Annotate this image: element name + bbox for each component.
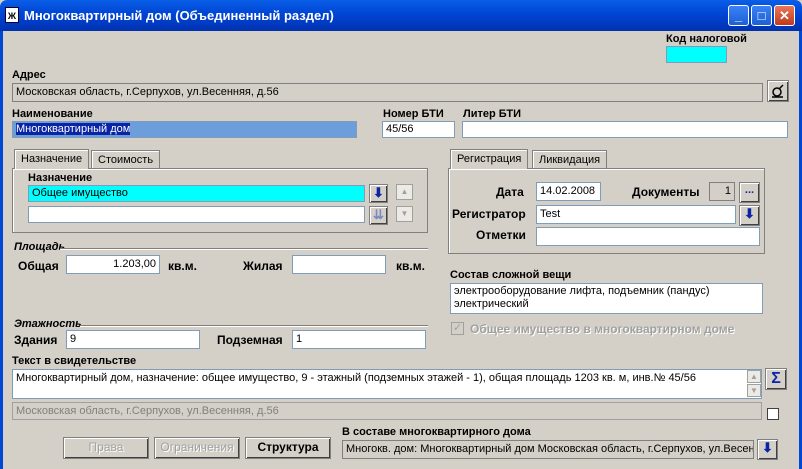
- sum-icon: Σ: [771, 370, 781, 387]
- address-label: Адрес: [12, 69, 46, 81]
- maximize-button[interactable]: □: [751, 5, 772, 26]
- area-divider: [60, 248, 428, 250]
- tax-code-label: Код налоговой: [666, 33, 747, 45]
- arrow-down-icon: ⬇: [762, 440, 773, 455]
- certificate-address-field: Московская область, г.Серпухов, ул.Весен…: [12, 402, 762, 420]
- floors-section-label: Этажность: [14, 318, 82, 330]
- certificate-text-field[interactable]: Многоквартирный дом, назначение: общее и…: [12, 369, 762, 399]
- app-icon: Ж: [5, 7, 19, 23]
- reg-notes-field[interactable]: [536, 227, 760, 246]
- name-value: Многоквартирный дом: [16, 123, 131, 135]
- tax-code-field[interactable]: [666, 46, 727, 63]
- window-title: Многоквартирный дом (Объединенный раздел…: [24, 8, 334, 23]
- minimize-button[interactable]: _: [728, 5, 749, 26]
- complex-item-field[interactable]: электрооборудование лифта, подъемник (па…: [450, 283, 763, 314]
- restrictions-button[interactable]: Ограничения: [154, 437, 240, 459]
- name-field[interactable]: Многоквартирный дом: [12, 121, 357, 138]
- area-section-label: Площадь: [14, 241, 66, 253]
- apartment-building-select-button[interactable]: ⬇: [757, 439, 778, 460]
- purpose-field-2[interactable]: [28, 206, 365, 223]
- certificate-scroll-down[interactable]: ▼: [747, 384, 761, 397]
- reg-registrar-select-button[interactable]: ⬇: [739, 205, 760, 226]
- tab-liquidation[interactable]: Ликвидация: [532, 150, 608, 168]
- arrow-down-double-icon: ⇊: [373, 207, 384, 222]
- bti-number-field[interactable]: 45/56: [382, 121, 455, 138]
- floors-building-label: Здания: [14, 333, 58, 347]
- area-total-field[interactable]: 1.203,00: [66, 255, 160, 274]
- tab-purpose[interactable]: Назначение: [14, 149, 90, 169]
- common-property-label: Общее имущество в многоквартирном доме: [470, 322, 735, 336]
- arrow-down-icon: ⬇: [744, 206, 755, 221]
- purpose-scroll-down[interactable]: ▼: [396, 206, 413, 222]
- reg-documents-button[interactable]: ...: [739, 182, 760, 203]
- reg-notes-label: Отметки: [476, 228, 526, 242]
- area-living-label: Жилая: [243, 259, 283, 273]
- arrow-down-icon: ⬇: [373, 185, 384, 200]
- apartment-building-field: Многокв. дом: Многоквартирный дом Москов…: [342, 440, 754, 459]
- reg-date-label: Дата: [496, 185, 524, 199]
- purpose-label: Назначение: [28, 172, 93, 184]
- area-living-unit: кв.м.: [396, 259, 425, 273]
- close-button[interactable]: ✕: [774, 5, 795, 26]
- floors-divider: [80, 325, 428, 327]
- address-field[interactable]: Московская область, г.Серпухов, ул.Весен…: [12, 83, 763, 102]
- complex-item-line-1: электрооборудование лифта, подъемник (па…: [454, 285, 710, 297]
- bti-number-label: Номер БТИ: [383, 108, 444, 120]
- bti-liter-field[interactable]: [462, 121, 788, 138]
- purpose-clear-button[interactable]: ⇊: [369, 206, 388, 225]
- rights-button[interactable]: Права: [63, 437, 149, 459]
- area-total-unit: кв.м.: [168, 259, 197, 273]
- edit-address-button[interactable]: [767, 80, 789, 102]
- certificate-address-checkbox[interactable]: [767, 408, 779, 420]
- reg-date-field[interactable]: 14.02.2008: [536, 182, 601, 201]
- name-label: Наименование: [12, 108, 93, 120]
- apartment-building-label: В составе многоквартирного дома: [342, 426, 531, 438]
- common-property-checkbox[interactable]: ✓: [451, 322, 464, 335]
- complex-item-line-2: электрический: [454, 298, 529, 310]
- window-frame-left: [0, 31, 3, 469]
- reg-registrar-field[interactable]: Test: [536, 205, 736, 224]
- floors-underground-field[interactable]: 1: [292, 330, 426, 349]
- purpose-scroll-up[interactable]: ▲: [396, 184, 413, 200]
- sum-button[interactable]: Σ: [765, 368, 787, 390]
- tab-registration[interactable]: Регистрация: [450, 149, 529, 169]
- floors-underground-label: Подземная: [217, 333, 283, 347]
- purpose-select-button[interactable]: ⬇: [369, 184, 388, 203]
- area-living-field[interactable]: [292, 255, 386, 274]
- area-total-label: Общая: [18, 259, 59, 273]
- bti-liter-label: Литер БТИ: [463, 108, 522, 120]
- complex-item-label: Состав сложной вещи: [450, 269, 572, 281]
- certificate-text-label: Текст в свидетельстве: [12, 355, 137, 367]
- purpose-field-1[interactable]: Общее имущество: [28, 185, 365, 202]
- tab-cost[interactable]: Стоимость: [91, 150, 161, 168]
- reg-registrar-label: Регистратор: [452, 207, 526, 221]
- structure-button[interactable]: Структура: [245, 437, 331, 459]
- edit-address-icon: [772, 84, 784, 98]
- reg-documents-count: 1: [709, 182, 735, 201]
- reg-documents-label: Документы: [632, 185, 700, 199]
- certificate-scroll-up[interactable]: ▲: [747, 370, 761, 383]
- floors-building-field[interactable]: 9: [66, 330, 200, 349]
